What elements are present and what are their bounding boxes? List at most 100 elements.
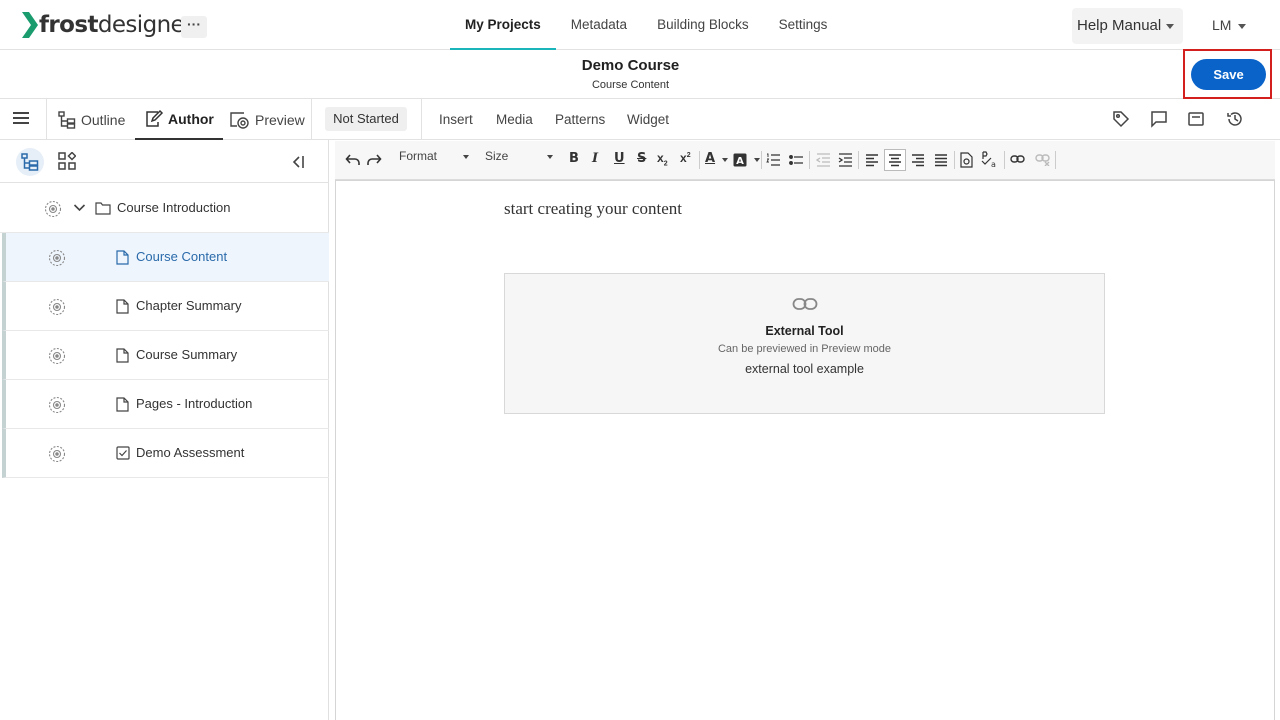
page-icon: [116, 348, 129, 363]
divider: [809, 151, 810, 169]
panel-icon[interactable]: [1187, 110, 1205, 128]
tree-item-label: Course Summary: [136, 347, 238, 362]
tree-item-demo-assessment[interactable]: Demo Assessment: [2, 429, 329, 478]
comment-icon[interactable]: [1150, 110, 1168, 128]
align-justify-icon[interactable]: [934, 153, 948, 167]
numbered-list-icon[interactable]: [766, 153, 781, 167]
format-select[interactable]: Format: [399, 149, 471, 169]
frost-designer-logo[interactable]: frostdesigner: [22, 10, 194, 40]
tree-item-course-content[interactable]: Course Content: [2, 233, 329, 282]
superscript-icon[interactable]: x2: [680, 151, 691, 165]
strikethrough-icon[interactable]: S: [637, 151, 646, 166]
help-manual-dropdown[interactable]: Help Manual: [1072, 8, 1183, 44]
history-icon[interactable]: [1226, 110, 1244, 128]
undo-icon[interactable]: [345, 153, 360, 167]
divider: [954, 151, 955, 169]
widget-name: external tool example: [745, 362, 864, 376]
underline-icon[interactable]: U: [614, 151, 625, 166]
caret-down-icon: [463, 155, 469, 159]
collapse-sidebar-icon[interactable]: [290, 154, 306, 170]
status-badge[interactable]: Not Started: [325, 107, 407, 131]
chevron-down-icon[interactable]: [73, 203, 86, 213]
link-icon: [792, 298, 818, 310]
page-icon: [116, 299, 129, 314]
nav-metadata[interactable]: Metadata: [556, 0, 642, 50]
redo-icon[interactable]: [367, 153, 382, 167]
tree-item-label: Course Introduction: [117, 200, 231, 215]
subscript-icon[interactable]: x2: [657, 151, 668, 167]
widget-subtitle: Can be previewed in Preview mode: [717, 343, 892, 355]
outline-tab[interactable]: Outline: [57, 99, 125, 140]
preview-eye-icon: [230, 111, 249, 129]
divider: [1004, 151, 1005, 169]
background-color-icon[interactable]: A: [733, 153, 747, 167]
main-navigation: My Projects Metadata Building Blocks Set…: [450, 0, 842, 50]
outdent-icon[interactable]: [816, 153, 831, 167]
caret-down-icon[interactable]: [722, 158, 728, 162]
sidebar-header: [0, 140, 329, 183]
nav-building-blocks[interactable]: Building Blocks: [642, 0, 764, 50]
settings-gear-icon[interactable]: [48, 445, 66, 463]
outline-tab-label: Outline: [81, 111, 126, 128]
patterns-menu[interactable]: Patterns: [555, 99, 605, 140]
outline-tree-icon: [58, 110, 76, 129]
tree-item-label: Chapter Summary: [136, 298, 242, 313]
align-center-button[interactable]: [884, 149, 906, 171]
more-options-button[interactable]: ···: [181, 16, 207, 38]
caret-down-icon[interactable]: [754, 158, 760, 162]
tree-item-chapter-summary[interactable]: Chapter Summary: [2, 282, 329, 331]
text-color-icon[interactable]: A: [705, 151, 715, 166]
indent-icon[interactable]: [838, 153, 853, 167]
preview-tab[interactable]: Preview: [229, 99, 305, 140]
divider: [46, 99, 47, 140]
unlink-icon[interactable]: [1035, 154, 1050, 166]
bulleted-list-icon[interactable]: [789, 153, 804, 167]
settings-gear-icon[interactable]: [48, 396, 66, 414]
settings-gear-icon[interactable]: [44, 200, 62, 218]
svg-text:A: A: [736, 156, 744, 167]
insert-menu[interactable]: Insert: [439, 99, 473, 140]
course-title: Demo Course: [581, 57, 680, 74]
align-left-icon[interactable]: [865, 153, 879, 167]
author-tab[interactable]: Author: [135, 99, 223, 140]
tree-view-button[interactable]: [16, 148, 44, 176]
bold-icon[interactable]: B: [569, 151, 579, 166]
source-document-icon[interactable]: [960, 152, 973, 168]
divider: [1055, 151, 1056, 169]
logo-text: frostdesigner: [39, 12, 194, 38]
format-select-label: Format: [399, 149, 438, 163]
spell-check-icon[interactable]: a: [981, 151, 998, 169]
tree-item-pages-introduction[interactable]: Pages - Introduction: [2, 380, 329, 429]
size-select-label: Size: [485, 149, 509, 163]
editor-placeholder-text[interactable]: start creating your content: [504, 199, 682, 219]
settings-gear-icon[interactable]: [48, 298, 66, 316]
grid-view-icon[interactable]: [58, 152, 76, 170]
nav-my-projects[interactable]: My Projects: [450, 0, 556, 50]
link-icon[interactable]: [1010, 154, 1025, 164]
nav-settings[interactable]: Settings: [764, 0, 843, 50]
caret-down-icon: [1166, 23, 1175, 29]
svg-text:a: a: [991, 160, 996, 169]
caret-down-icon: [1238, 23, 1247, 29]
editor-canvas[interactable]: [335, 180, 1275, 720]
page-icon: [116, 250, 129, 265]
settings-gear-icon[interactable]: [48, 347, 66, 365]
tree-item-course-summary[interactable]: Course Summary: [2, 331, 329, 380]
divider: [421, 99, 422, 140]
user-menu[interactable]: LM: [1212, 17, 1247, 33]
top-bar: frostdesigner ··· My Projects Metadata B…: [0, 0, 1280, 50]
italic-icon[interactable]: I: [592, 151, 598, 166]
course-title-bar: Demo Course Course Content: [0, 50, 1280, 99]
size-select[interactable]: Size: [485, 149, 555, 169]
save-button[interactable]: Save: [1191, 59, 1266, 90]
widget-menu[interactable]: Widget: [627, 99, 669, 140]
settings-gear-icon[interactable]: [48, 249, 66, 267]
tree-item-course-introduction[interactable]: Course Introduction: [0, 184, 329, 233]
divider: [699, 151, 700, 169]
tag-icon[interactable]: [1112, 110, 1130, 128]
media-menu[interactable]: Media: [496, 99, 533, 140]
align-right-icon[interactable]: [911, 153, 925, 167]
hamburger-menu-icon[interactable]: [13, 112, 29, 126]
external-tool-widget[interactable]: External Tool Can be previewed in Previe…: [504, 273, 1105, 414]
tree-view-icon: [21, 153, 39, 171]
